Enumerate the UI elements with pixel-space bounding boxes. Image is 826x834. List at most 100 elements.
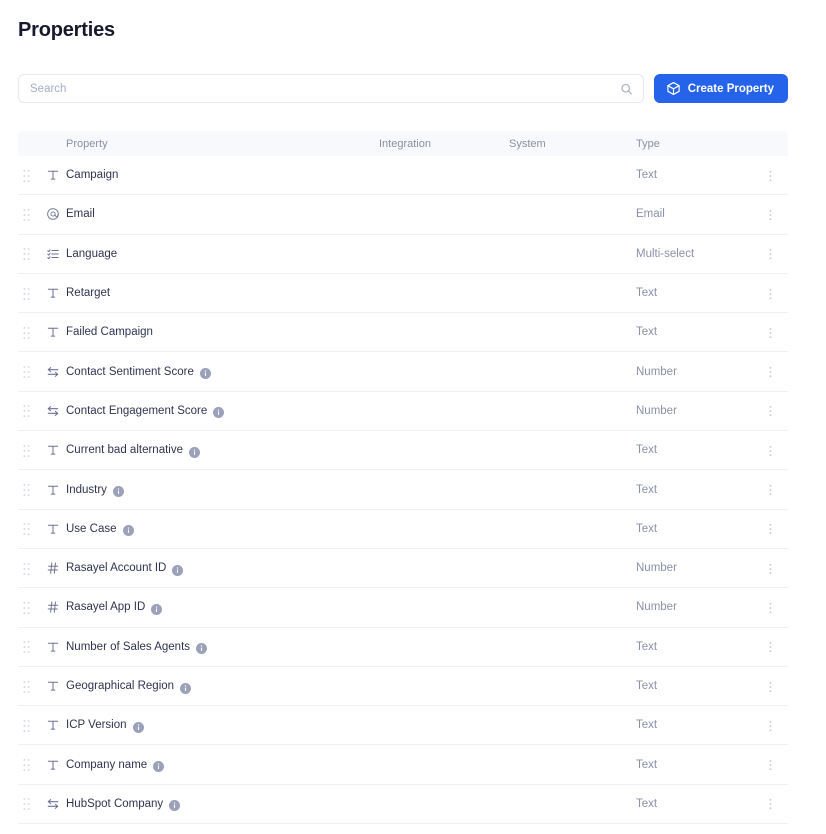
- type-cell: Text: [636, 484, 657, 496]
- column-header-property: Property: [66, 137, 108, 150]
- info-icon[interactable]: [153, 759, 165, 773]
- table-row[interactable]: HubSpot Company Text: [18, 784, 788, 825]
- table-row[interactable]: Retarget Text: [18, 273, 788, 314]
- property-name: ICP Version: [66, 719, 127, 732]
- kebab-menu-icon: [769, 326, 772, 339]
- drag-handle[interactable]: [23, 757, 35, 773]
- kebab-menu-icon: [769, 601, 772, 614]
- drag-handle[interactable]: [23, 442, 35, 458]
- text-icon: [46, 325, 60, 339]
- property-name: Geographical Region: [66, 680, 175, 692]
- row-menu-button[interactable]: [762, 520, 778, 538]
- kebab-menu-icon: [769, 640, 772, 653]
- search-field[interactable]: [18, 74, 644, 103]
- info-icon[interactable]: [112, 484, 124, 498]
- row-menu-button[interactable]: [762, 795, 778, 813]
- row-menu-button[interactable]: [762, 402, 778, 420]
- kebab-menu-icon: [769, 758, 772, 771]
- create-property-label: Create Property: [687, 82, 774, 95]
- drag-handle-icon: [23, 404, 30, 418]
- drag-handle[interactable]: [23, 167, 35, 183]
- type-cell: Number: [636, 366, 677, 378]
- table-row[interactable]: Contact Engagement Score Number: [18, 391, 788, 432]
- table-row[interactable]: Geographical Region Text: [18, 666, 788, 707]
- search-input[interactable]: [30, 75, 613, 102]
- table-row[interactable]: Company name Text: [18, 745, 788, 785]
- table-row[interactable]: Use Case Text: [18, 509, 788, 549]
- drag-handle[interactable]: [23, 324, 35, 340]
- type-value: Text: [636, 719, 658, 732]
- drag-handle[interactable]: [23, 717, 35, 733]
- drag-handle[interactable]: [23, 285, 35, 301]
- row-menu-button[interactable]: [762, 363, 778, 381]
- drag-handle[interactable]: [23, 678, 35, 694]
- info-icon[interactable]: [180, 681, 192, 694]
- row-menu-button[interactable]: [762, 441, 778, 459]
- drag-handle[interactable]: [23, 403, 35, 419]
- drag-handle[interactable]: [23, 796, 35, 812]
- row-menu-button[interactable]: [762, 284, 778, 302]
- property-type-icon-cell: [44, 284, 62, 302]
- drag-handle[interactable]: [23, 482, 35, 498]
- row-menu-button[interactable]: [762, 323, 778, 341]
- property-name: Contact Engagement Score: [66, 404, 208, 417]
- type-cell: Number: [636, 562, 677, 574]
- info-icon[interactable]: [196, 641, 208, 655]
- row-menu-button[interactable]: [762, 166, 778, 184]
- table-row[interactable]: Contact Sentiment Score Number: [18, 352, 788, 392]
- property-name: HubSpot Company: [66, 797, 164, 810]
- type-cell: Text: [636, 759, 657, 771]
- drag-handle[interactable]: [23, 639, 35, 655]
- table-row[interactable]: ICP Version Text: [18, 706, 788, 746]
- property-name: Current bad alternative: [66, 444, 183, 457]
- row-menu-button[interactable]: [762, 481, 778, 499]
- drag-handle[interactable]: [23, 206, 35, 222]
- drag-handle[interactable]: [23, 560, 35, 576]
- table-row[interactable]: Number of Sales Agents Text: [18, 627, 788, 667]
- column-header-integration: Integration: [379, 137, 431, 150]
- table-row[interactable]: Current bad alternative Text: [18, 431, 788, 471]
- drag-handle-icon: [23, 719, 30, 732]
- table-row[interactable]: Language Multi-select: [18, 234, 788, 274]
- table-row[interactable]: Email Email: [18, 195, 788, 235]
- text-icon: [46, 758, 60, 772]
- row-menu-button[interactable]: [762, 598, 778, 616]
- create-property-button[interactable]: Create Property: [653, 74, 788, 103]
- info-icon[interactable]: [172, 563, 184, 576]
- row-menu-button[interactable]: [762, 245, 778, 263]
- info-icon[interactable]: [151, 602, 163, 615]
- relation-icon: [46, 365, 60, 379]
- info-icon[interactable]: [122, 523, 134, 537]
- text-icon: [46, 286, 60, 300]
- row-menu-button[interactable]: [762, 677, 778, 695]
- row-menu-button[interactable]: [762, 756, 778, 774]
- kebab-menu-icon: [769, 483, 772, 496]
- info-icon[interactable]: [169, 798, 181, 812]
- row-menu-button[interactable]: [762, 716, 778, 734]
- type-value: Text: [636, 758, 658, 771]
- type-value: Text: [636, 522, 658, 535]
- table-row[interactable]: Rasayel App ID Number: [18, 588, 788, 628]
- property-name: Rasayel Account ID: [66, 562, 167, 575]
- drag-handle[interactable]: [23, 521, 35, 537]
- table-row[interactable]: Rasayel Account ID Number: [18, 548, 788, 589]
- type-cell: Text: [636, 523, 657, 535]
- row-menu-button[interactable]: [762, 559, 778, 577]
- info-icon[interactable]: [213, 405, 225, 419]
- property-type-icon-cell: [44, 245, 62, 263]
- row-menu-button[interactable]: [762, 205, 778, 223]
- drag-handle[interactable]: [23, 246, 35, 262]
- info-icon[interactable]: [132, 720, 144, 733]
- info-icon[interactable]: [188, 445, 200, 458]
- property-type-icon-cell: [44, 323, 62, 341]
- column-header-type: Type: [636, 137, 660, 150]
- drag-handle[interactable]: [23, 599, 35, 615]
- info-icon[interactable]: [199, 366, 211, 380]
- row-menu-button[interactable]: [762, 638, 778, 656]
- type-cell: Text: [636, 641, 657, 653]
- table-row[interactable]: Campaign Text: [18, 156, 788, 196]
- drag-handle[interactable]: [23, 364, 35, 380]
- property-type-icon-cell: [44, 598, 62, 616]
- table-row[interactable]: Industry Text: [18, 470, 788, 510]
- table-row[interactable]: Failed Campaign Text: [18, 313, 788, 353]
